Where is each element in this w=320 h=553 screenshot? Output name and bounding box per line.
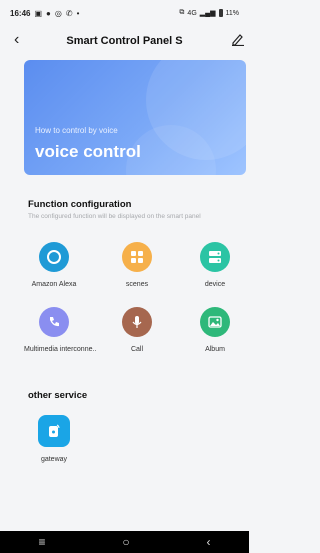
album-icon — [200, 307, 230, 337]
system-nav-bar: ≡ ○ ‹ — [0, 531, 249, 553]
function-item-label: Multimedia interconne.. — [24, 346, 97, 353]
chat-icon: ● — [46, 8, 51, 18]
function-item-call[interactable]: Call — [107, 307, 167, 353]
edit-pencil-icon[interactable] — [232, 32, 244, 46]
image-icon: ▣ — [34, 8, 43, 18]
dot-icon: • — [76, 8, 80, 18]
function-item-label: Amazon Alexa — [31, 281, 77, 288]
page-title: Smart Control Panel S — [66, 35, 183, 47]
battery-level: 11% — [225, 9, 240, 17]
gateway-icon — [38, 415, 70, 447]
function-item-scenes[interactable]: scenes — [107, 242, 167, 288]
banner-subtitle: How to control by voice — [35, 126, 118, 135]
phone-icon: ✆ — [65, 8, 73, 18]
function-item-label: scenes — [125, 281, 149, 288]
network-label: 4G — [187, 9, 197, 17]
status-time: 16:46 — [10, 8, 31, 18]
function-item-label: Call — [130, 346, 144, 353]
alexa-icon — [39, 242, 69, 272]
function-item-label: device — [204, 281, 226, 288]
function-item-label: Album — [205, 346, 225, 353]
multimedia-icon — [39, 307, 69, 337]
status-bar: 16:46 ▣ ● ◎ ✆ • ⧉ 4G ▂▄▆ 11% — [0, 0, 249, 26]
other-service-title: other service — [28, 390, 88, 401]
function-configuration-title: Function configuration — [28, 199, 132, 210]
service-item-gateway[interactable]: gateway — [24, 415, 84, 463]
signal-icon: ▂▄▆ — [199, 10, 216, 17]
vibrate-icon: ⧉ — [179, 9, 185, 16]
back-icon[interactable]: ‹ — [207, 536, 211, 548]
whatsapp-icon: ◎ — [54, 8, 62, 18]
call-icon — [122, 307, 152, 337]
voice-control-banner[interactable]: How to control by voice voice control — [24, 60, 246, 175]
device-icon — [200, 242, 230, 272]
service-item-label: gateway — [40, 456, 68, 463]
scenes-icon — [122, 242, 152, 272]
menu-icon[interactable]: ≡ — [38, 536, 45, 548]
title-bar: ‹ Smart Control Panel S — [0, 28, 249, 54]
battery-icon — [218, 9, 223, 17]
back-arrow-icon[interactable]: ‹ — [14, 32, 19, 48]
function-item-amazon-alexa[interactable]: Amazon Alexa — [24, 242, 84, 288]
function-item-device[interactable]: device — [185, 242, 245, 288]
home-icon[interactable]: ○ — [122, 536, 129, 548]
function-configuration-hint: The configured function will be displaye… — [28, 213, 201, 220]
banner-heading: voice control — [35, 142, 141, 161]
function-item-album[interactable]: Album — [185, 307, 245, 353]
function-item-multimedia[interactable]: Multimedia interconne.. — [24, 307, 97, 353]
